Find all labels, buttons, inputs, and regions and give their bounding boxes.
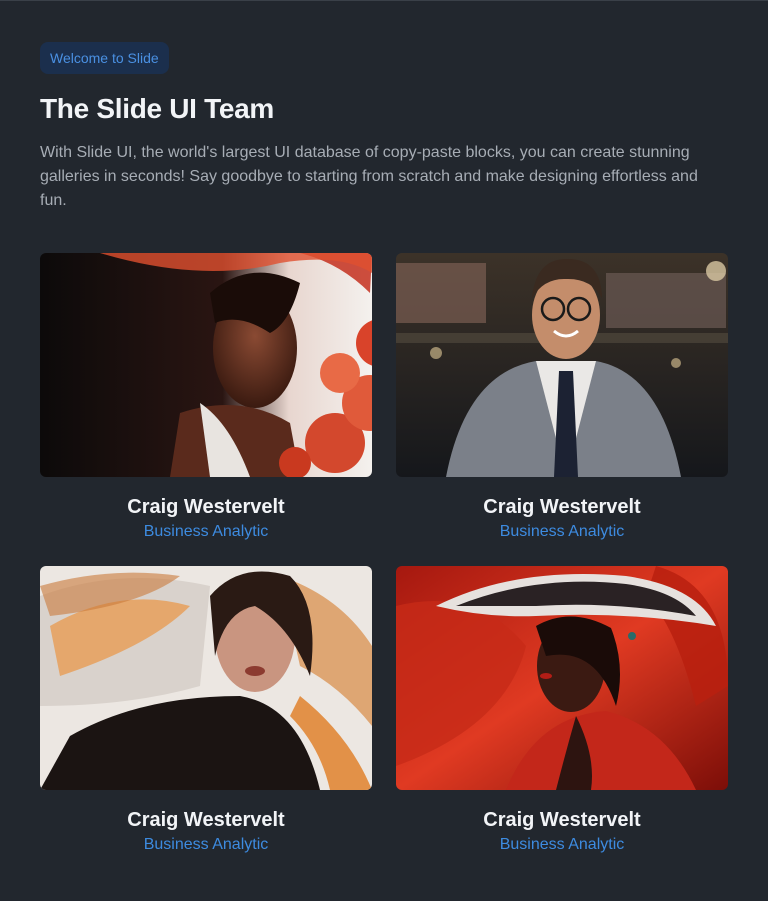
- team-member-role: Business Analytic: [143, 836, 269, 853]
- team-member-role: Business Analytic: [499, 523, 625, 540]
- team-member-role: Business Analytic: [499, 836, 625, 853]
- team-member-role: Business Analytic: [143, 523, 269, 540]
- team-member-photo[interactable]: [396, 566, 728, 790]
- team-card[interactable]: Craig Westervelt Business Analytic: [396, 566, 728, 855]
- team-member-name: Craig Westervelt: [127, 809, 285, 831]
- welcome-badge: Welcome to Slide: [40, 42, 169, 74]
- team-member-name: Craig Westervelt: [483, 809, 641, 831]
- team-member-photo[interactable]: [396, 253, 728, 477]
- team-section: Welcome to Slide The Slide UI Team With …: [0, 0, 768, 901]
- page-description: With Slide UI, the world's largest UI da…: [40, 144, 698, 209]
- team-grid: Craig Westervelt Business Analytic Craig…: [40, 253, 728, 855]
- team-member-photo[interactable]: [40, 253, 372, 477]
- page-title: The Slide UI Team: [40, 93, 274, 124]
- team-member-photo[interactable]: [40, 566, 372, 790]
- team-card[interactable]: Craig Westervelt Business Analytic: [396, 253, 728, 542]
- team-card[interactable]: Craig Westervelt Business Analytic: [40, 253, 372, 542]
- team-card[interactable]: Craig Westervelt Business Analytic: [40, 566, 372, 855]
- team-member-name: Craig Westervelt: [127, 496, 285, 518]
- team-member-name: Craig Westervelt: [483, 496, 641, 518]
